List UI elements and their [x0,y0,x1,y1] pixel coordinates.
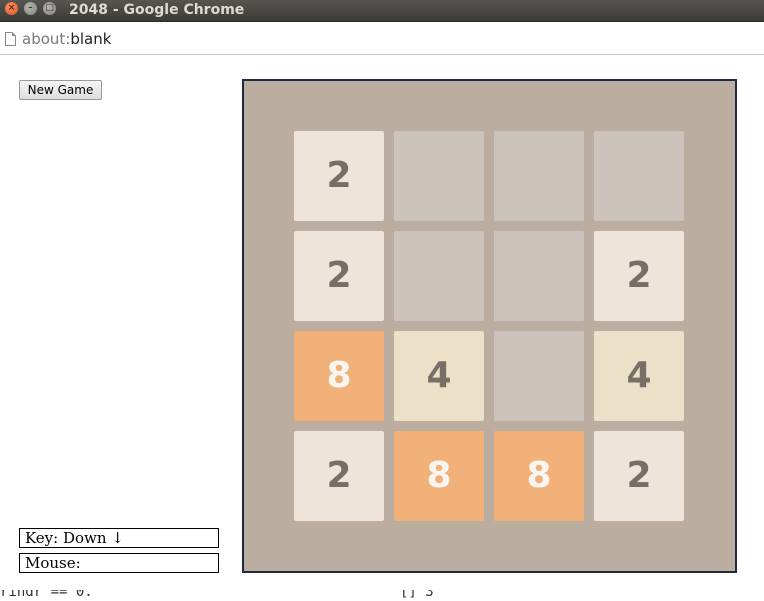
tile-8: 8 [394,431,484,521]
tile-8: 8 [494,431,584,521]
tile-4: 4 [394,331,484,421]
minimize-window-button[interactable]: – [24,2,37,15]
address-bar[interactable]: about:blank [0,22,764,55]
game-board[interactable]: 2228442882 [242,79,737,573]
empty-cell [494,231,584,321]
window-titlebar: × – □ 2048 - Google Chrome [0,0,764,22]
background-text-fragment: rindr == 0. [0,590,93,600]
tile-2: 2 [594,231,684,321]
bottom-background-strip: rindr == 0. [] 3 [0,590,764,601]
empty-cell [594,131,684,221]
tile-2: 2 [294,131,384,221]
new-game-button[interactable]: New Game [19,80,102,100]
empty-cell [394,131,484,221]
maximize-window-button[interactable]: □ [43,2,56,15]
empty-cell [394,231,484,321]
key-status: Key: Down ↓ [19,528,219,548]
url-text[interactable]: about:blank [22,30,111,48]
page-icon [5,32,16,46]
tile-8: 8 [294,331,384,421]
url-scheme: about: [22,30,71,48]
close-window-button[interactable]: × [5,2,18,15]
background-text-fragment: [] 3 [400,590,434,600]
tile-4: 4 [594,331,684,421]
tile-2: 2 [594,431,684,521]
mouse-status: Mouse: [19,553,219,573]
empty-cell [494,331,584,421]
empty-cell [494,131,584,221]
tile-2: 2 [294,431,384,521]
window-title: 2048 - Google Chrome [69,2,245,18]
url-path: blank [70,30,112,48]
tile-2: 2 [294,231,384,321]
